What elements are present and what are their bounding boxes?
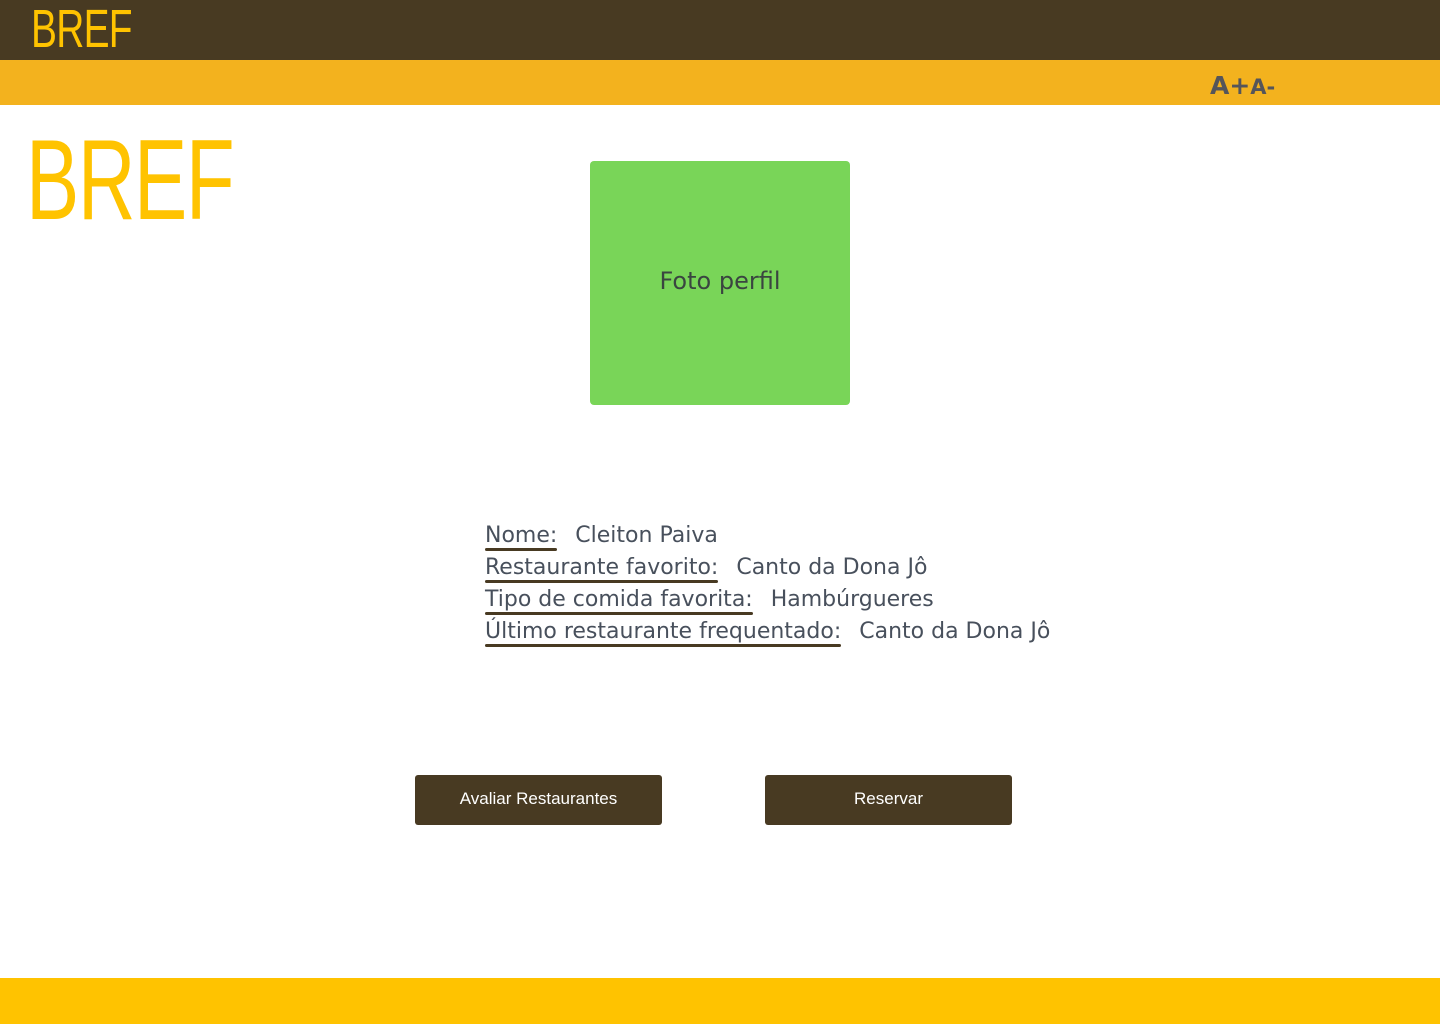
font-size-controls: A+ A- bbox=[1210, 71, 1275, 102]
profile-row-favorite-food: Tipo de comida favorita: Hambúrgueres bbox=[485, 584, 1050, 616]
favorite-food-label: Tipo de comida favorita: bbox=[485, 584, 753, 616]
favorite-restaurant-label: Restaurante favorito: bbox=[485, 552, 719, 584]
last-restaurant-value: Canto da Dona Jô bbox=[859, 619, 1051, 644]
profile-photo: Foto perfil bbox=[590, 161, 850, 405]
decrease-font-button[interactable]: A- bbox=[1250, 72, 1275, 102]
reserve-button[interactable]: Reservar bbox=[765, 775, 1012, 825]
name-label: Nome: bbox=[485, 520, 558, 552]
favorite-food-value: Hambúrgueres bbox=[770, 587, 934, 612]
top-header: BREF bbox=[0, 0, 1440, 60]
profile-info: Nome: Cleiton Paiva Restaurante favorito… bbox=[485, 520, 1050, 648]
header-logo[interactable]: BREF bbox=[31, 2, 133, 56]
increase-font-button[interactable]: A+ bbox=[1210, 71, 1250, 101]
profile-row-favorite-restaurant: Restaurante favorito: Canto da Dona Jô bbox=[485, 552, 1050, 584]
profile-photo-label: Foto perfil bbox=[659, 267, 781, 295]
profile-row-last-restaurant: Último restaurante frequentado: Canto da… bbox=[485, 616, 1050, 648]
profile-row-name: Nome: Cleiton Paiva bbox=[485, 520, 1050, 552]
last-restaurant-label: Último restaurante frequentado: bbox=[485, 616, 842, 648]
name-value: Cleiton Paiva bbox=[575, 523, 718, 548]
favorite-restaurant-value: Canto da Dona Jô bbox=[736, 555, 928, 580]
page-logo: BREF bbox=[26, 117, 235, 244]
footer bbox=[0, 978, 1440, 1024]
rate-restaurants-button[interactable]: Avaliar Restaurantes bbox=[415, 775, 662, 825]
